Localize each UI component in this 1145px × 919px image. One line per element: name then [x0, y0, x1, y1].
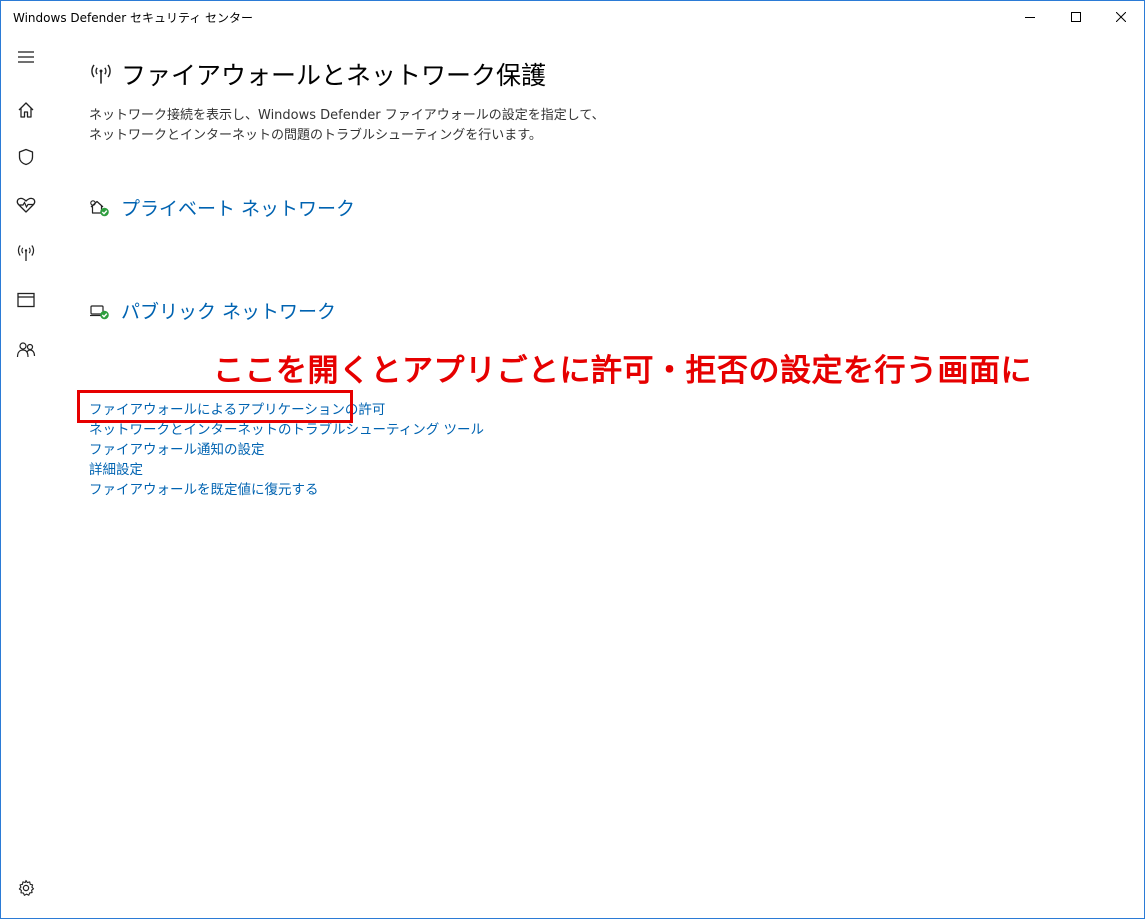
maximize-icon — [1071, 12, 1081, 22]
gear-icon — [18, 879, 35, 896]
description-line: ネットワーク接続を表示し、Windows Defender ファイアウォールの設… — [89, 108, 605, 123]
public-network-link[interactable]: パブリック ネットワーク — [89, 297, 336, 324]
wireless-antenna-icon — [91, 64, 111, 84]
restore-firewall-defaults-link[interactable]: ファイアウォールを既定値に復元する — [89, 480, 484, 500]
hamburger-menu-icon — [18, 51, 34, 63]
public-network-icon — [90, 304, 109, 319]
page-description: ネットワーク接続を表示し、Windows Defender ファイアウォールの設… — [89, 106, 605, 146]
maximize-button[interactable] — [1053, 1, 1099, 33]
nav-app-browser-control[interactable] — [14, 288, 38, 312]
home-icon — [18, 102, 34, 118]
private-network-icon — [90, 199, 109, 216]
hamburger-menu-button[interactable] — [14, 45, 38, 69]
advanced-settings-link[interactable]: 詳細設定 — [89, 460, 484, 480]
close-icon — [1116, 12, 1126, 22]
minimize-icon — [1025, 17, 1035, 18]
nav-virus-protection[interactable] — [14, 145, 38, 169]
app-window: Windows Defender セキュリティ センター ファイアウォールとネッ… — [0, 0, 1145, 919]
private-network-label: プライベート ネットワーク — [121, 198, 356, 220]
window-title: Windows Defender セキュリティ センター — [13, 11, 254, 25]
nav-family-options[interactable] — [14, 338, 38, 362]
page-title: ファイアウォールとネットワーク保護 — [121, 61, 547, 90]
firewall-notification-settings-link[interactable]: ファイアウォール通知の設定 — [89, 440, 484, 460]
minimize-button[interactable] — [1007, 1, 1053, 33]
nav-device-health[interactable] — [14, 193, 38, 217]
network-troubleshooter-link[interactable]: ネットワークとインターネットのトラブルシューティング ツール — [89, 420, 484, 440]
close-button[interactable] — [1098, 1, 1144, 33]
title-bar[interactable]: Windows Defender セキュリティ センター — [1, 1, 1144, 33]
shield-icon — [18, 148, 34, 166]
wireless-antenna-icon — [17, 245, 35, 261]
browser-window-icon — [17, 292, 35, 308]
private-network-link[interactable]: プライベート ネットワーク — [89, 194, 355, 221]
sidebar — [1, 33, 51, 918]
annotation-text: ここを開くとアプリごとに許可・拒否の設定を行う画面に — [213, 353, 1032, 389]
annotation-highlight-box — [77, 390, 353, 423]
nav-settings[interactable] — [14, 876, 38, 900]
nav-home[interactable] — [14, 98, 38, 122]
nav-firewall-network[interactable] — [14, 241, 38, 265]
heart-pulse-icon — [16, 197, 36, 213]
public-network-label: パブリック ネットワーク — [121, 301, 337, 323]
page-header: ファイアウォールとネットワーク保護 — [89, 56, 546, 92]
family-icon — [16, 342, 36, 358]
description-line: ネットワークとインターネットの問題のトラブルシューティングを行います。 — [89, 128, 542, 143]
